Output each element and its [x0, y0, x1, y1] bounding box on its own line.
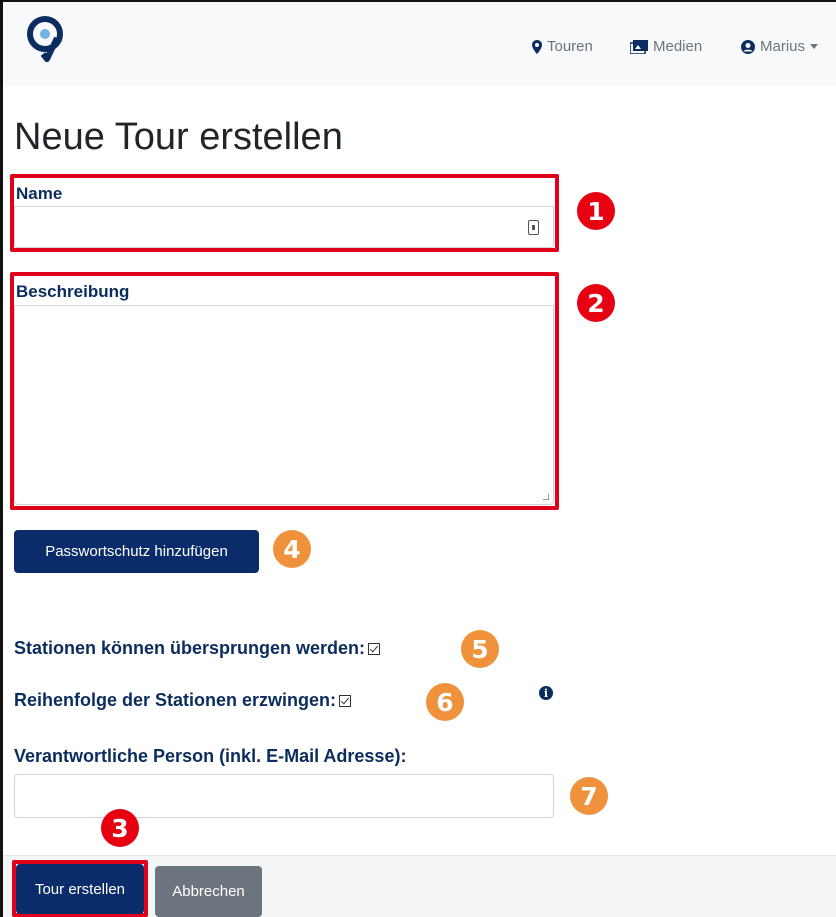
responsible-person-label: Verantwortliche Person (inkl. E-Mail Adr… — [14, 746, 407, 766]
name-label: Name — [16, 184, 63, 203]
nav-touren-label: Touren — [547, 38, 593, 55]
callout-badge-3: 3 — [101, 809, 139, 847]
contact-card-icon — [528, 220, 539, 235]
callout-badge-1: 1 — [577, 192, 615, 230]
responsible-person-input[interactable] — [14, 774, 554, 818]
nav-medien-label: Medien — [653, 38, 703, 55]
cancel-button[interactable]: Abbrechen — [155, 866, 262, 917]
nav-touren[interactable]: Touren — [532, 38, 593, 55]
callout-badge-7: 7 — [570, 777, 608, 815]
user-circle-icon — [741, 39, 755, 54]
enforce-order-row: Reihenfolge der Stationen erzwingen: — [14, 690, 352, 711]
callout-badge-6: 6 — [426, 683, 464, 721]
name-input[interactable] — [14, 206, 554, 248]
nav-medien[interactable]: Medien — [630, 38, 702, 55]
enforce-order-checkbox[interactable] — [339, 694, 352, 707]
images-icon — [630, 39, 648, 54]
resize-grip-icon[interactable] — [543, 494, 549, 500]
caret-down-icon — [810, 43, 819, 49]
callout-badge-4: 4 — [273, 530, 311, 568]
add-password-button[interactable]: Passwortschutz hinzufügen — [14, 530, 259, 573]
skip-stations-row: Stationen können übersprungen werden: — [14, 638, 381, 659]
skip-stations-label: Stationen können übersprungen werden: — [14, 638, 366, 658]
beschreibung-label: Beschreibung — [16, 282, 130, 301]
beschreibung-textarea[interactable] — [14, 305, 554, 505]
nav-user-menu[interactable]: Marius — [741, 38, 819, 55]
skip-stations-checkbox[interactable] — [368, 642, 381, 655]
enforce-order-label: Reihenfolge der Stationen erzwingen: — [14, 690, 337, 710]
map-marker-icon — [532, 39, 542, 54]
callout-badge-2: 2 — [577, 284, 615, 322]
page-title: Neue Tour erstellen — [14, 116, 343, 158]
callout-badge-5: 5 — [461, 630, 499, 668]
create-tour-button[interactable]: Tour erstellen — [16, 864, 144, 914]
nav-user-label: Marius — [760, 38, 806, 55]
top-navbar: Touren Medien Marius — [3, 2, 836, 85]
info-icon[interactable]: i — [539, 686, 553, 700]
tour-logo-icon[interactable] — [23, 14, 67, 62]
